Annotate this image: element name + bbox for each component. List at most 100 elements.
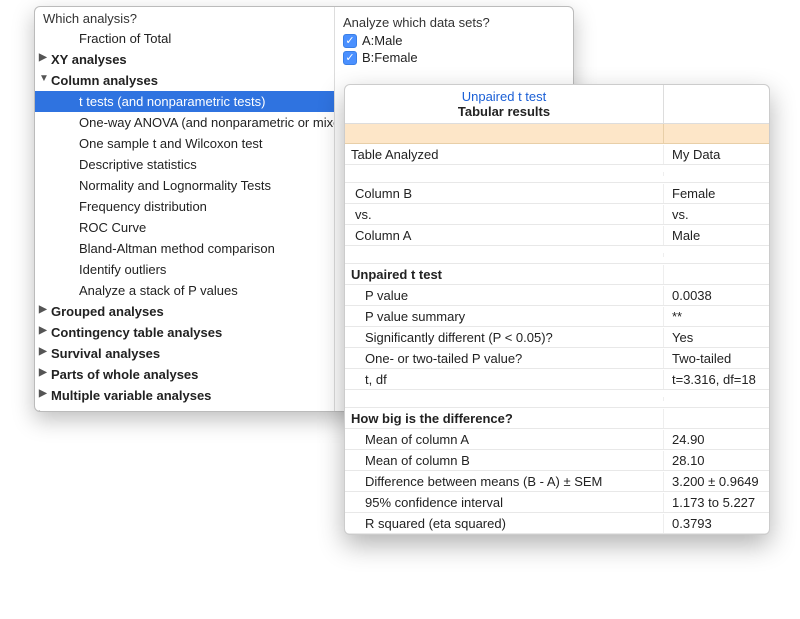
tree-item-ttests[interactable]: t tests (and nonparametric tests) xyxy=(35,91,334,112)
checkbox-checked-icon[interactable]: ✓ xyxy=(343,34,357,48)
row-ci: 95% confidence interval 1.173 to 5.227 xyxy=(345,492,769,513)
row-column-b: Column B Female xyxy=(345,183,769,204)
results-column-band xyxy=(345,124,769,144)
tree-label: Parts of whole analyses xyxy=(51,367,198,382)
results-rows: Table Analyzed My Data Column B Female v… xyxy=(345,144,769,534)
cell-value: My Data xyxy=(664,145,769,164)
row-spacer xyxy=(345,165,769,183)
row-pvalue: P value 0.0038 xyxy=(345,285,769,306)
row-table-analyzed: Table Analyzed My Data xyxy=(345,144,769,165)
tree-item-normality[interactable]: Normality and Lognormality Tests xyxy=(35,175,334,196)
chevron-down-icon: ▼ xyxy=(39,74,49,84)
tree-item-anova[interactable]: One-way ANOVA (and nonparametric or mixe xyxy=(35,112,334,133)
tree-label: Nested analyses xyxy=(51,409,153,412)
tree-item-bland-altman[interactable]: Bland-Altman method comparison xyxy=(35,238,334,259)
cell-value: ** xyxy=(664,307,769,326)
results-title-link[interactable]: Unpaired t test xyxy=(351,89,657,104)
cell-label: Difference between means (B - A) ± SEM xyxy=(345,472,664,491)
tree-item-roc[interactable]: ROC Curve xyxy=(35,217,334,238)
cell-label: R squared (eta squared) xyxy=(345,514,664,533)
tree-label: Survival analyses xyxy=(51,346,160,361)
row-r2: R squared (eta squared) 0.3793 xyxy=(345,513,769,534)
cell-label: One- or two-tailed P value? xyxy=(345,349,664,368)
row-mean-b: Mean of column B 28.10 xyxy=(345,450,769,471)
dataset-a-row[interactable]: ✓ A:Male xyxy=(343,32,565,49)
tree-item-parts-of-whole[interactable]: ▶ Parts of whole analyses xyxy=(35,364,334,385)
row-spacer xyxy=(345,390,769,408)
chevron-right-icon: ▶ xyxy=(39,410,49,411)
cell-value: Female xyxy=(664,184,769,203)
cell-label: Column B xyxy=(345,184,664,203)
tree-item-nested[interactable]: ▶ Nested analyses xyxy=(35,406,334,411)
cell-value: 0.0038 xyxy=(664,286,769,305)
chevron-right-icon: ▶ xyxy=(39,368,49,378)
cell-label: Column A xyxy=(345,226,664,245)
chevron-right-icon: ▶ xyxy=(39,389,49,399)
tree-label: Multiple variable analyses xyxy=(51,388,211,403)
analysis-tree[interactable]: Fraction of Total ▶ XY analyses ▼ Column… xyxy=(35,28,334,411)
section-label: How big is the difference? xyxy=(345,409,664,428)
chevron-right-icon: ▶ xyxy=(39,326,49,336)
row-mean-a: Mean of column A 24.90 xyxy=(345,429,769,450)
analysis-header: Which analysis? xyxy=(35,7,334,28)
dataset-label: B:Female xyxy=(362,50,418,65)
cell-value: Yes xyxy=(664,328,769,347)
row-spacer xyxy=(345,246,769,264)
row-significant: Significantly different (P < 0.05)? Yes xyxy=(345,327,769,348)
cell-label: vs. xyxy=(345,205,664,224)
tree-item-multiple-variable[interactable]: ▶ Multiple variable analyses xyxy=(35,385,334,406)
row-tails: One- or two-tailed P value? Two-tailed xyxy=(345,348,769,369)
row-column-a: Column A Male xyxy=(345,225,769,246)
cell-value: vs. xyxy=(664,205,769,224)
row-diff: Difference between means (B - A) ± SEM 3… xyxy=(345,471,769,492)
cell-label: Mean of column B xyxy=(345,451,664,470)
results-window: Unpaired t test Tabular results Table An… xyxy=(344,84,770,535)
datasets-header: Analyze which data sets? xyxy=(343,11,565,32)
chevron-right-icon: ▶ xyxy=(39,53,49,63)
results-header: Unpaired t test Tabular results xyxy=(345,85,769,124)
row-psummary: P value summary ** xyxy=(345,306,769,327)
cell-label: P value summary xyxy=(345,307,664,326)
row-tdf: t, df t=3.316, df=18 xyxy=(345,369,769,390)
cell-value: 1.173 to 5.227 xyxy=(664,493,769,512)
chevron-right-icon: ▶ xyxy=(39,347,49,357)
cell-value: Two-tailed xyxy=(664,349,769,368)
cell-value: 3.200 ± 0.9649 xyxy=(664,472,769,491)
tree-item-survival[interactable]: ▶ Survival analyses xyxy=(35,343,334,364)
cell-label: Significantly different (P < 0.05)? xyxy=(345,328,664,347)
tree-item-fraction-of-total[interactable]: Fraction of Total xyxy=(35,28,334,49)
tree-item-one-sample[interactable]: One sample t and Wilcoxon test xyxy=(35,133,334,154)
tree-item-column-analyses[interactable]: ▼ Column analyses xyxy=(35,70,334,91)
dataset-b-row[interactable]: ✓ B:Female xyxy=(343,49,565,66)
tree-label: Grouped analyses xyxy=(51,304,164,319)
tree-label: Column analyses xyxy=(51,73,158,88)
cell-value: Male xyxy=(664,226,769,245)
cell-label: Table Analyzed xyxy=(345,145,664,164)
cell-label: Mean of column A xyxy=(345,430,664,449)
analysis-tree-pane: Which analysis? Fraction of Total ▶ XY a… xyxy=(35,7,335,411)
tree-item-pvalue-stack[interactable]: Analyze a stack of P values xyxy=(35,280,334,301)
tree-item-outliers[interactable]: Identify outliers xyxy=(35,259,334,280)
tree-item-xy-analyses[interactable]: ▶ XY analyses xyxy=(35,49,334,70)
dataset-label: A:Male xyxy=(362,33,402,48)
row-vs: vs. vs. xyxy=(345,204,769,225)
tree-item-grouped[interactable]: ▶ Grouped analyses xyxy=(35,301,334,322)
cell-label: P value xyxy=(345,286,664,305)
results-subtitle: Tabular results xyxy=(351,104,657,119)
cell-value: 28.10 xyxy=(664,451,769,470)
tree-label: XY analyses xyxy=(51,52,127,67)
cell-label: 95% confidence interval xyxy=(345,493,664,512)
cell-value: 0.3793 xyxy=(664,514,769,533)
cell-value: 24.90 xyxy=(664,430,769,449)
chevron-right-icon: ▶ xyxy=(39,305,49,315)
checkbox-checked-icon[interactable]: ✓ xyxy=(343,51,357,65)
section-label: Unpaired t test xyxy=(345,265,664,284)
cell-label: t, df xyxy=(345,370,664,389)
row-section-diff: How big is the difference? xyxy=(345,408,769,429)
tree-label: Contingency table analyses xyxy=(51,325,222,340)
cell-value: t=3.316, df=18 xyxy=(664,370,769,389)
tree-item-descriptive[interactable]: Descriptive statistics xyxy=(35,154,334,175)
row-section-test: Unpaired t test xyxy=(345,264,769,285)
tree-item-frequency[interactable]: Frequency distribution xyxy=(35,196,334,217)
tree-item-contingency[interactable]: ▶ Contingency table analyses xyxy=(35,322,334,343)
